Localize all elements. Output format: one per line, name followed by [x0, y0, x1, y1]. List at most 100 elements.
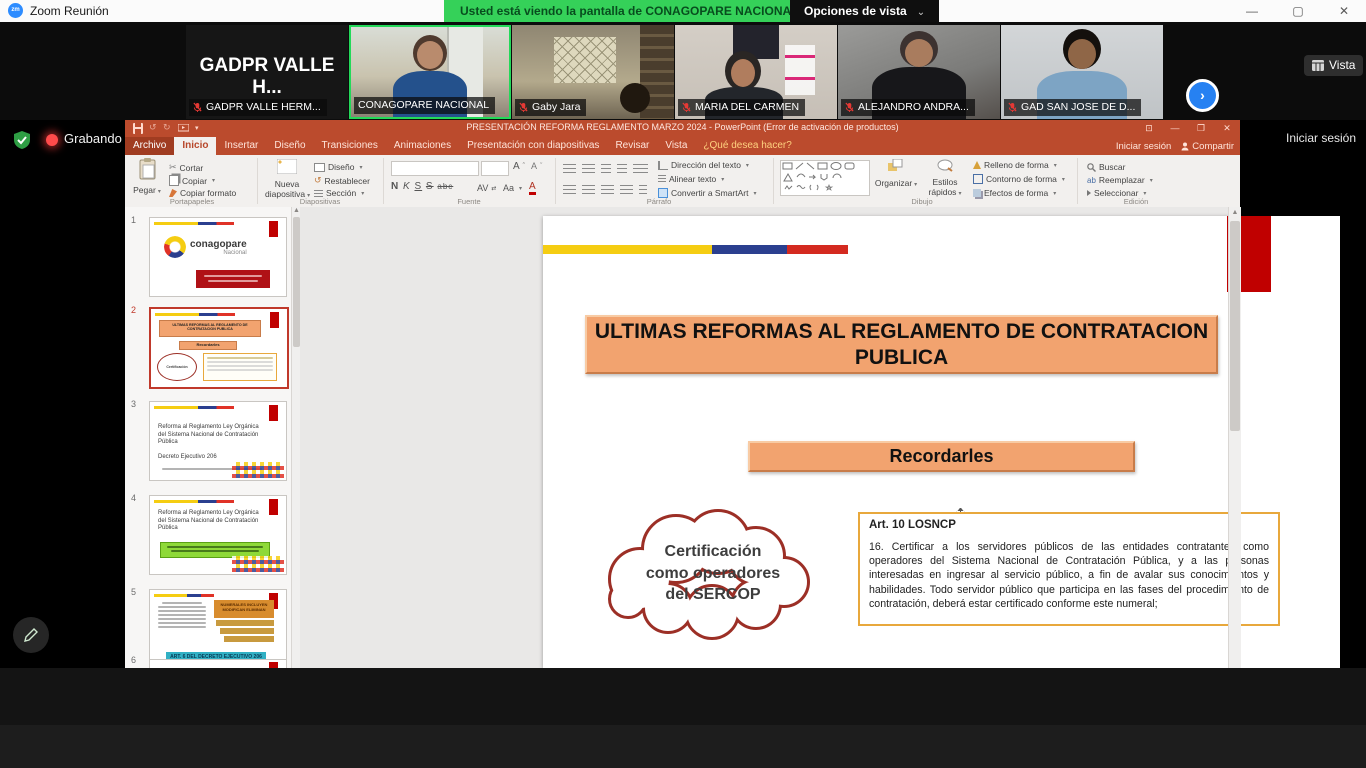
replace-label: Reemplazar — [1099, 175, 1145, 185]
view-options-button[interactable]: Opciones de vista⌄ — [790, 0, 939, 22]
participant-tile[interactable]: MARIA DEL CARMEN — [675, 25, 837, 119]
screen-share-banner: Usted está viendo la pantalla de CONAGOP… — [444, 0, 815, 22]
slides-panel: 1 conagopare Nacional 2 ULTIMAS — [125, 207, 301, 668]
security-shield-icon[interactable] — [12, 130, 32, 150]
grow-font-button[interactable]: Aˆ — [513, 161, 525, 172]
reset-label: Restablecer — [325, 176, 370, 186]
person-face — [1068, 39, 1096, 69]
participant-tile[interactable]: GAD SAN JOSE DE D... — [1001, 25, 1163, 119]
close-button[interactable]: ✕ — [1324, 0, 1364, 22]
slide[interactable]: ULTIMAS REFORMAS AL REGLAMENTO DE CONTRA… — [543, 216, 1340, 668]
cut-button[interactable]: ✂Cortar — [169, 162, 203, 173]
recording-label: Grabando — [64, 131, 122, 146]
slide-thumbnail-1[interactable]: conagopare Nacional — [149, 217, 287, 297]
reset-button[interactable]: ↺Restablecer — [314, 175, 370, 186]
slide-thumbnail-2-selected[interactable]: ULTIMAS REFORMAS AL REGLAMENTO DE CONTRA… — [149, 307, 289, 389]
minimize-button[interactable]: — — [1232, 0, 1272, 22]
brand-sub: Nacional — [190, 250, 247, 256]
list-buttons[interactable] — [563, 162, 648, 173]
participant-tile[interactable]: ALEJANDRO ANDRA... — [838, 25, 1000, 119]
thumb5-orange-box: NUMERALES INCLUYEN MODIFICAN ELIMINAN — [214, 600, 274, 618]
italic-button[interactable]: K — [403, 181, 411, 192]
new-slide-button[interactable]: Nueva diapositiva — [265, 159, 309, 199]
find-label: Buscar — [1099, 162, 1125, 172]
article-body: 16. Certificar a los servidores públicos… — [869, 540, 1269, 611]
tab-transiciones[interactable]: Transiciones — [314, 137, 386, 155]
shrink-font-button[interactable]: Aˇ — [531, 161, 542, 171]
participant-tile[interactable]: Gaby Jara — [512, 25, 674, 119]
paste-button[interactable]: Pegar — [132, 158, 162, 195]
char-spacing-button[interactable]: AV⇄ — [477, 183, 496, 193]
font-color-button[interactable]: A — [529, 182, 536, 195]
thumb3-title: Reforma al Reglamento Ley Orgánica del S… — [158, 424, 268, 447]
ppt-minimize-button[interactable]: — — [1162, 120, 1188, 137]
tab-archivo[interactable]: Archivo — [125, 137, 174, 155]
alignment-buttons[interactable] — [563, 183, 647, 194]
tab-animaciones[interactable]: Animaciones — [386, 137, 459, 155]
tab-diseno[interactable]: Diseño — [266, 137, 313, 155]
ppt-share-button[interactable]: Compartir — [1181, 141, 1234, 152]
ppt-signin[interactable]: Iniciar sesión — [1116, 141, 1171, 152]
ribbon-options-button[interactable]: ⊡ — [1136, 120, 1162, 137]
mic-muted-icon — [1008, 102, 1017, 113]
participant-tile-active[interactable]: CONAGOPARE NACIONAL — [349, 25, 511, 119]
strike-button[interactable]: S — [426, 181, 434, 192]
participant-big-name: GADPR VALLE H... — [186, 55, 348, 99]
font-name-select[interactable] — [391, 161, 479, 176]
font-format-buttons[interactable]: N K S S abc — [391, 181, 453, 192]
next-participants-button[interactable]: › — [1186, 79, 1219, 112]
design-label: Diseño — [328, 162, 354, 172]
participant-name: MARIA DEL CARMEN — [695, 101, 799, 113]
slide-thumbnail-3[interactable]: Reforma al Reglamento Ley Orgánica del S… — [149, 401, 287, 481]
slide-canvas-area: ULTIMAS REFORMAS AL REGLAMENTO DE CONTRA… — [300, 207, 1240, 668]
slide-number: 6 — [131, 655, 136, 665]
slide-scrollbar[interactable]: ▲ — [1228, 207, 1241, 668]
flag-stripe-yellow — [543, 245, 712, 254]
new-slide-label1: Nueva — [265, 179, 309, 189]
tab-presentacion[interactable]: Presentación con diapositivas — [459, 137, 607, 155]
change-case-button[interactable]: Aa — [503, 183, 522, 193]
font-size-select[interactable] — [481, 161, 509, 176]
flag-stripe-blue — [712, 245, 787, 254]
underline-button[interactable]: S — [414, 181, 422, 192]
video-strip: GADPR VALLE H... GADPR VALLE HERM... CON… — [0, 22, 1366, 120]
participant-tile[interactable]: GADPR VALLE H... GADPR VALLE HERM... — [186, 25, 348, 119]
vista-button[interactable]: Vista — [1304, 55, 1363, 76]
tab-inicio[interactable]: Inicio — [174, 137, 216, 155]
tab-revisar[interactable]: Revisar — [607, 137, 657, 155]
participant-name: GADPR VALLE HERM... — [206, 101, 321, 113]
person-icon — [1181, 142, 1189, 151]
president-badge — [196, 270, 270, 288]
signin-label[interactable]: Iniciar sesión — [1286, 131, 1356, 145]
align-text-button[interactable]: Alinear texto — [658, 174, 724, 184]
mini-cloud: Certificación — [157, 353, 197, 381]
shrink-font-label: A — [531, 161, 537, 171]
slide-thumbnail-4[interactable]: Reforma al Reglamento Ley Orgánica del S… — [149, 495, 287, 575]
arrange-label: Organizar — [873, 178, 919, 188]
tab-tellme[interactable]: ¿Qué desea hacer? — [695, 137, 799, 155]
strikethrough-abc-button[interactable]: abc — [437, 182, 453, 191]
annotate-button[interactable] — [13, 617, 49, 653]
slide-thumbnail-5[interactable]: NUMERALES INCLUYEN MODIFICAN ELIMINAN AR… — [149, 589, 287, 669]
person-face — [905, 39, 933, 67]
tab-insertar[interactable]: Insertar — [216, 137, 266, 155]
bold-button[interactable]: N — [391, 181, 399, 192]
find-button[interactable]: Buscar — [1087, 162, 1125, 172]
chevron-down-icon: ⌄ — [917, 7, 925, 18]
shape-fill-button[interactable]: Relleno de forma — [973, 160, 1057, 170]
tab-vista[interactable]: Vista — [657, 137, 695, 155]
new-slide-icon — [277, 159, 297, 174]
copy-button[interactable]: Copiar — [169, 175, 215, 186]
ppt-close-button[interactable]: ✕ — [1214, 120, 1240, 137]
slide-design-button[interactable]: Diseño — [314, 162, 362, 172]
cloud-text: Certificación como operadores del SERCOP — [613, 541, 813, 606]
arrange-button[interactable]: Organizar — [873, 159, 919, 188]
ppt-restore-button[interactable]: ❐ — [1188, 120, 1214, 137]
replace-button[interactable]: abReemplazar — [1087, 175, 1153, 185]
article-textbox[interactable]: Art. 10 LOSNCP 16. Certificar a los serv… — [858, 512, 1280, 626]
shapes-gallery[interactable] — [780, 160, 870, 196]
quick-styles-button[interactable]: Estilos rápidos — [923, 159, 967, 197]
maximize-button[interactable]: ▢ — [1278, 0, 1318, 22]
shape-outline-button[interactable]: Contorno de forma — [973, 174, 1065, 184]
text-direction-button[interactable]: Dirección del texto — [658, 160, 749, 170]
